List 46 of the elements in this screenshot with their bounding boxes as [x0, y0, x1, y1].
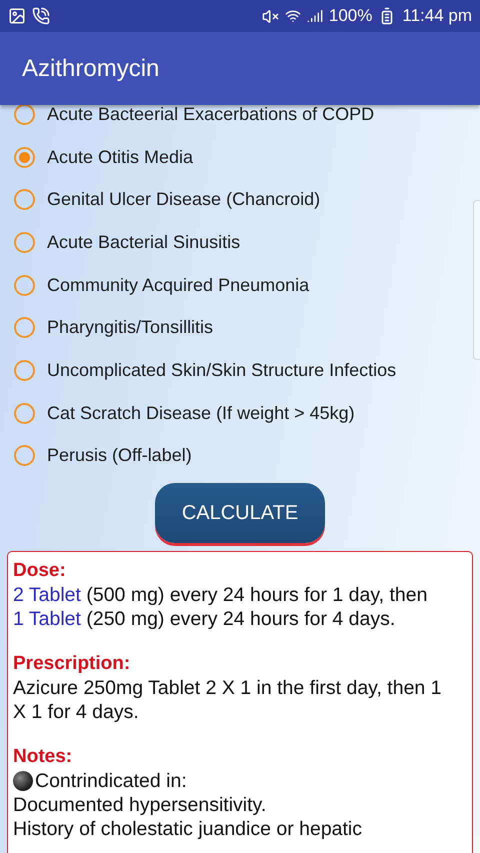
- radio-button[interactable]: [14, 274, 35, 296]
- clock: 11:44 pm: [402, 6, 472, 26]
- radio-button[interactable]: [14, 445, 35, 466]
- mute-icon: [262, 8, 279, 24]
- radio-button[interactable]: [14, 189, 35, 210]
- option-label: Perusis (Off-label): [47, 445, 192, 466]
- dose-line: 2 Tablet (500 mg) every 24 hours for 1 day, then: [13, 583, 428, 608]
- wifi-icon: [284, 8, 301, 24]
- bullet-icon: [13, 771, 33, 792]
- note-text: Documented hypersensitivity.: [13, 793, 268, 818]
- option-label: Acute Otitis Media: [47, 146, 194, 168]
- screen-title: Azithromycin: [22, 54, 160, 82]
- radio-option[interactable]: Uncomplicated Skin/Skin Structure Infectios: [14, 349, 396, 392]
- radio-button[interactable]: [14, 146, 35, 168]
- radio-button[interactable]: [14, 317, 35, 338]
- radio-button[interactable]: [14, 360, 35, 381]
- note-text: Contrindicated in:: [35, 769, 188, 794]
- option-label: Pharyngitis/Tonsillitis: [47, 317, 214, 338]
- option-label: Cat Scratch Disease (If weight > 45kg): [47, 402, 355, 424]
- radio-option[interactable]: Cat Scratch Disease (If weight > 45kg): [14, 392, 355, 434]
- option-label: Genital Ulcer Disease (Chancroid): [47, 189, 320, 210]
- prescription-text: Azicure 250mg Tablet 2 X 1 in the first day, then 1 X 1 for 4 days.: [13, 676, 443, 724]
- option-label: Uncomplicated Skin/Skin Structure Infectios: [47, 360, 396, 381]
- radio-option[interactable]: Acute Otitis Media: [14, 136, 194, 178]
- signal-icon: [306, 8, 323, 24]
- radio-button[interactable]: [14, 105, 35, 125]
- radio-option[interactable]: Acute Bacteerial Exacerbations of COPD: [14, 105, 374, 136]
- section-heading: Prescription:: [13, 652, 132, 676]
- option-label: Community Acquired Pneumonia: [47, 274, 310, 296]
- calculate-button[interactable]: CALCULATE: [155, 483, 325, 544]
- note-text: History of cholestatic juandice or hepatic: [13, 817, 364, 842]
- radio-button[interactable]: [14, 232, 35, 253]
- option-label: Acute Bacterial Sinusitis: [47, 232, 240, 253]
- radio-option[interactable]: Acute Bacterial Sinusitis: [14, 221, 240, 264]
- radio-option[interactable]: Genital Ulcer Disease (Chancroid): [14, 178, 320, 222]
- option-label: Acute Bacteerial Exacerbations of COPD: [47, 105, 374, 125]
- battery-percent: 100%: [328, 6, 372, 26]
- section-heading: Notes:: [13, 745, 74, 770]
- section-heading: Dose:: [13, 559, 67, 584]
- radio-option[interactable]: Pharyngitis/Tonsillitis: [14, 306, 214, 350]
- gallery-icon: [8, 7, 26, 25]
- dose-line: 1 Tablet (250 mg) every 24 hours for 4 days.: [13, 607, 396, 632]
- radio-option[interactable]: Perusis (Off-label): [14, 434, 192, 478]
- radio-button[interactable]: [14, 402, 35, 424]
- radio-option[interactable]: Community Acquired Pneumonia: [14, 264, 310, 306]
- phone-icon: [32, 7, 50, 25]
